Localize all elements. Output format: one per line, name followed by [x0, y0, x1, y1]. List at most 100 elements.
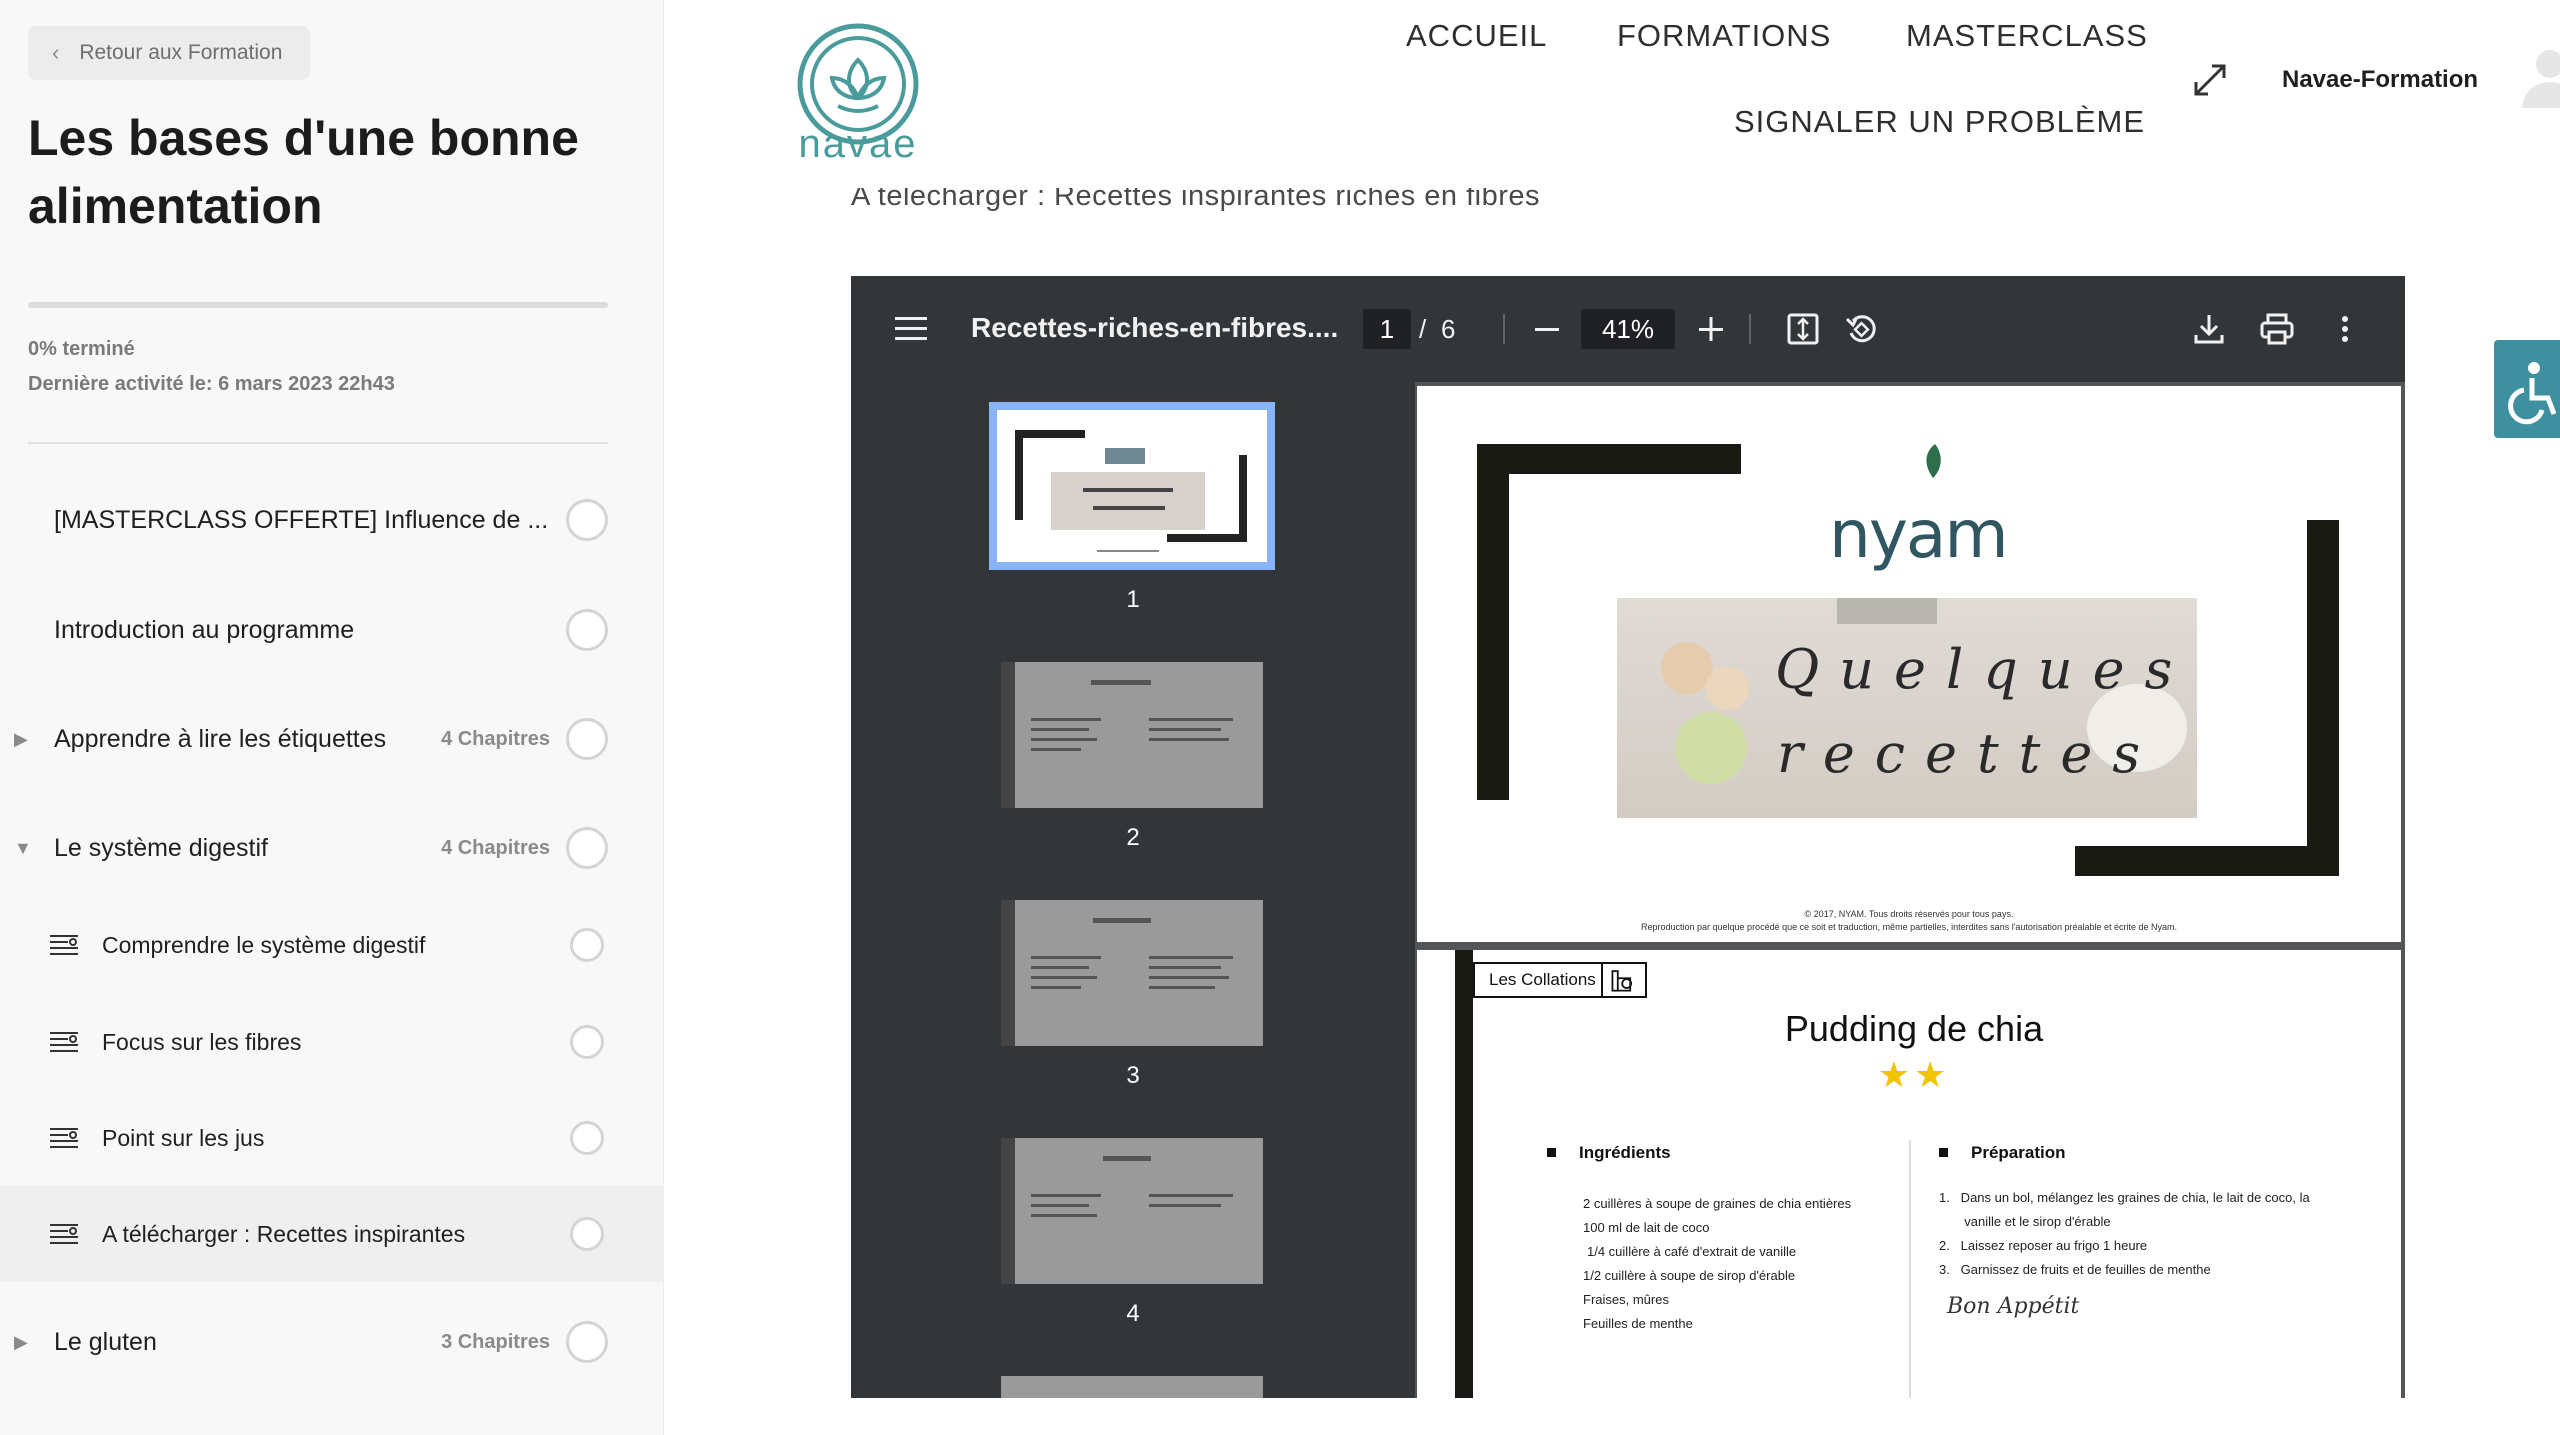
thumbnail-sidebar: 1 2 3 4 — [851, 382, 1415, 1398]
completion-circle — [566, 718, 608, 760]
preparation-step: 2. Laissez reposer au frigo 1 heure — [1939, 1238, 2148, 1253]
zoom-level-input[interactable]: 41% — [1581, 309, 1675, 349]
page-total: 6 — [1441, 314, 1456, 344]
thumbnail-preview — [1001, 662, 1263, 808]
zoom-out-icon[interactable] — [1529, 311, 1565, 347]
nyam-brand-logo: nyam — [1829, 496, 2009, 573]
food-photo-background — [1661, 598, 2187, 784]
nav-accueil[interactable]: ACCUEIL — [1406, 18, 1547, 54]
difficulty-stars: ★★ — [1877, 1054, 1951, 1095]
copyright-line-2: Reproduction par quelque procédé que ce … — [1640, 922, 2178, 932]
pdf-toolbar: Recettes-riches-en-fibres.... 1 / 6 41% — [851, 276, 2405, 382]
pdf-filename: Recettes-riches-en-fibres.... — [971, 312, 1339, 343]
chapter-title: A télécharger : Recettes inspirantes — [102, 1220, 466, 1247]
copyright-notice: © 2017, NYAM. Tous droits réservés pour … — [1417, 908, 2401, 934]
menu-icon[interactable] — [895, 315, 927, 343]
bullet — [1547, 1148, 1556, 1157]
chapter-item-fibres[interactable]: Focus sur les fibres — [0, 994, 664, 1090]
lesson-title: Le gluten — [54, 1327, 157, 1356]
thumbnail-page-2[interactable] — [1001, 662, 1263, 808]
thumbnail-number: 1 — [1126, 586, 1140, 613]
rotate-icon[interactable] — [1843, 311, 1879, 347]
more-options-icon[interactable] — [2327, 311, 2363, 347]
lesson-item-etiquettes[interactable]: ▶ Apprendre à lire les étiquettes 4 Chap… — [0, 691, 664, 787]
thumbnail-page-1[interactable] — [989, 402, 1275, 570]
completion-circle — [566, 609, 608, 651]
chapter-title: Comprendre le système digestif — [102, 931, 426, 958]
progress-bar — [28, 302, 608, 308]
expand-icon[interactable] — [2192, 62, 2228, 98]
text-lines-icon — [50, 1128, 78, 1148]
lesson-item-masterclass[interactable]: [MASTERCLASS OFFERTE] Influence de ... — [0, 472, 664, 568]
progress-text: 0% terminé — [28, 338, 135, 360]
ingredient-item: 2 cuillères à soupe de graines de chia e… — [1583, 1196, 1852, 1211]
column-divider — [1909, 1140, 1911, 1398]
page-number-input[interactable]: 1 — [1363, 309, 1411, 349]
thumbnail-page-4[interactable] — [1001, 1138, 1263, 1284]
fit-page-icon[interactable] — [1785, 311, 1821, 347]
nav-signaler-probleme[interactable]: SIGNALER UN PROBLÈME — [1734, 104, 2145, 140]
thumbnail-page-5[interactable] — [1001, 1376, 1263, 1398]
completion-circle — [570, 928, 604, 962]
pdf-viewer: Recettes-riches-en-fibres.... 1 / 6 41% — [851, 276, 2405, 1398]
ingredient-item: Fraises, mûres — [1583, 1292, 1669, 1307]
toolbar-divider — [1503, 314, 1505, 344]
lesson-title: Apprendre à lire les étiquettes — [54, 724, 387, 753]
lesson-item-gluten[interactable]: ▶ Le gluten 3 Chapitres — [0, 1294, 664, 1390]
logo-wordmark: navae — [798, 122, 918, 166]
user-name[interactable]: Navae-Formation — [2282, 66, 2478, 94]
last-activity: Dernière activité le: 6 mars 2023 22h43 — [28, 373, 395, 395]
pdf-page-1: nyam Quelques recettes © 2017, NYAM. Tou… — [1417, 386, 2401, 942]
chapter-item-telecharger[interactable]: A télécharger : Recettes inspirantes — [0, 1186, 664, 1282]
recipe-title: Pudding de chia — [1784, 1008, 2044, 1049]
accessibility-button[interactable] — [2494, 340, 2560, 438]
ingredient-item: 1/4 cuillère à café d'extrait de vanille — [1587, 1244, 1797, 1259]
preparation-heading: Préparation — [1971, 1143, 2066, 1162]
print-icon[interactable] — [2259, 311, 2295, 347]
chapter-count: 4 Chapitres — [441, 727, 550, 750]
caret-down-icon[interactable]: ▼ — [14, 838, 32, 859]
preparation-step: 1. Dans un bol, mélangez les graines de … — [1939, 1190, 2310, 1205]
page-separator: / — [1419, 314, 1427, 344]
text-lines-icon — [50, 1224, 78, 1244]
lesson-item-systeme-digestif[interactable]: ▼ Le système digestif 4 Chapitres — [0, 800, 664, 896]
text-lines-icon — [50, 1032, 78, 1052]
nav-formations[interactable]: FORMATIONS — [1617, 18, 1831, 54]
chapter-title: Focus sur les fibres — [102, 1028, 302, 1055]
thumbnail-preview — [1001, 900, 1263, 1046]
download-icon[interactable] — [2191, 311, 2227, 347]
thumbnail-page-3[interactable] — [1001, 900, 1263, 1046]
sign-off: Bon Appétit — [1947, 1294, 2080, 1319]
chapter-count: 4 Chapitres — [441, 836, 550, 859]
wheelchair-icon — [2508, 362, 2557, 425]
course-sidebar: ‹ Retour aux Formation Les bases d'une b… — [0, 0, 664, 1435]
ingredient-item: 1/2 cuillère à soupe de sirop d'érable — [1583, 1268, 1796, 1283]
text-lines-icon — [50, 935, 78, 955]
lesson-title: Introduction au programme — [54, 615, 355, 644]
back-to-courses-button[interactable]: ‹ Retour aux Formation — [28, 26, 311, 80]
caret-right-icon[interactable]: ▶ — [14, 1332, 28, 1353]
recipes-banner-image: Quelques recettes — [1617, 598, 2197, 818]
chapter-item-comprendre[interactable]: Comprendre le système digestif — [0, 897, 664, 993]
thumbnail-number: 2 — [1126, 824, 1140, 851]
content-title: A télécharger : Recettes inspirantes ric… — [851, 180, 1540, 212]
hand-pointer-icon — [1601, 962, 1647, 998]
ingredients-heading: Ingrédients — [1579, 1143, 1671, 1162]
completion-circle — [570, 1025, 604, 1059]
lesson-item-introduction[interactable]: Introduction au programme — [0, 582, 664, 678]
ingredient-item: Feuilles de menthe — [1583, 1316, 1693, 1331]
pdf-page-2: Les Collations Pudding de chia ★★ Ingréd… — [1417, 950, 2401, 1398]
caret-right-icon[interactable]: ▶ — [14, 729, 28, 750]
thumbnail-preview — [997, 410, 1267, 562]
avatar[interactable] — [2514, 42, 2560, 112]
thumbnail-number: 3 — [1126, 1062, 1140, 1089]
chapter-count: 3 Chapitres — [441, 1330, 550, 1353]
completion-circle — [566, 1321, 608, 1363]
chapter-item-jus[interactable]: Point sur les jus — [0, 1090, 664, 1186]
banner-word-2: recettes — [1777, 722, 2161, 785]
completion-circle — [570, 1121, 604, 1155]
nav-masterclass[interactable]: MASTERCLASS — [1906, 18, 2148, 54]
copyright-line-1: © 2017, NYAM. Tous droits réservés pour … — [1804, 909, 2014, 919]
toolbar-divider — [1749, 314, 1751, 344]
zoom-in-icon[interactable] — [1693, 311, 1729, 347]
